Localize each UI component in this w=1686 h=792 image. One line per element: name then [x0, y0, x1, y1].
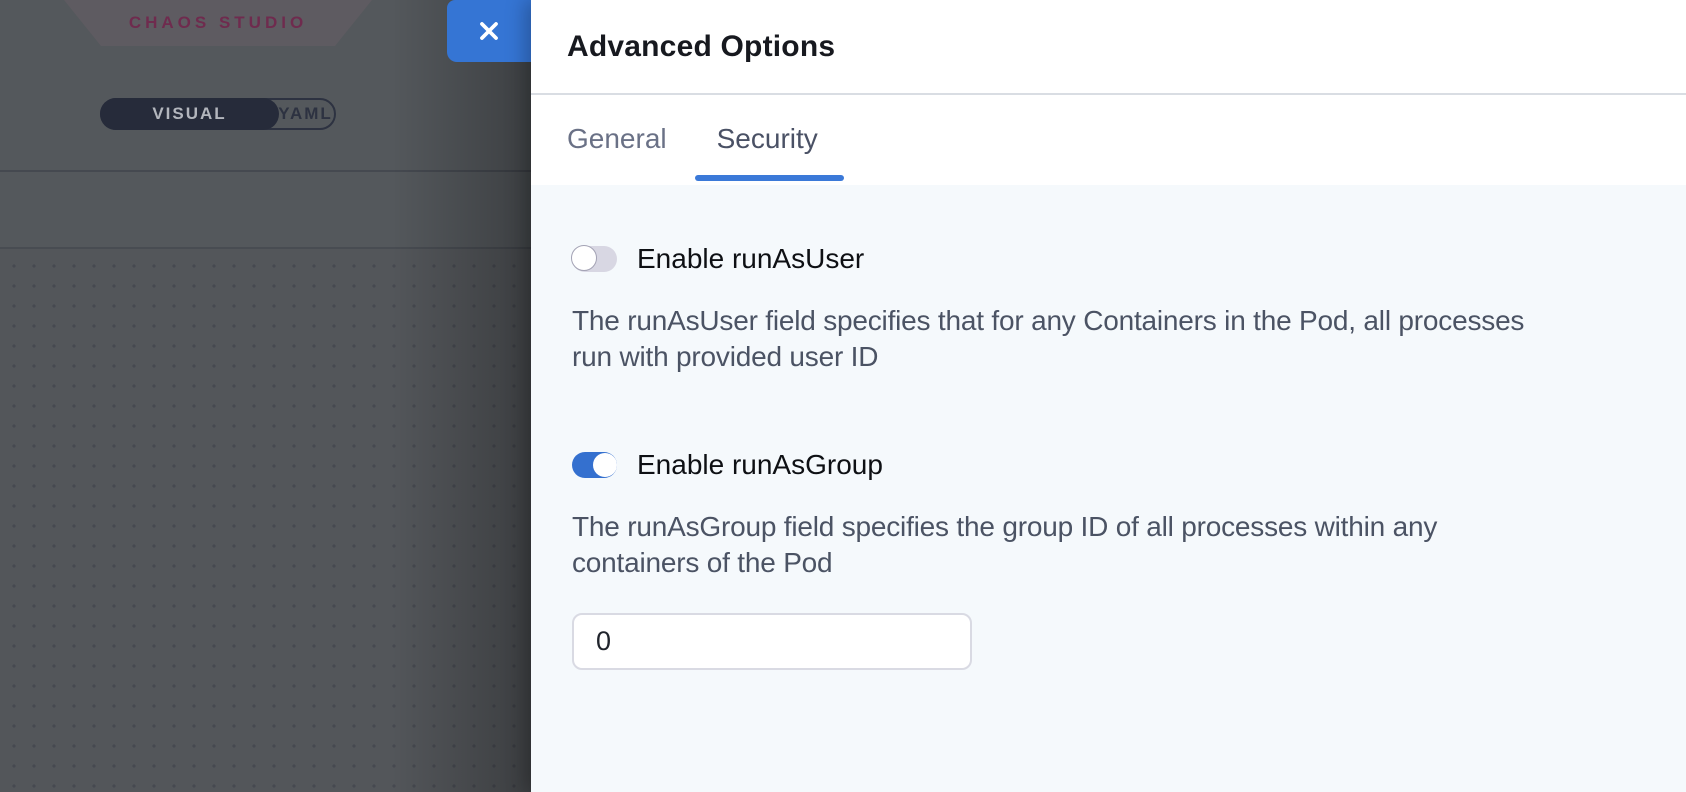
drawer-title: Advanced Options: [567, 30, 1686, 64]
brand-banner: CHAOS STUDIO: [64, 0, 372, 46]
tab-general[interactable]: General: [567, 123, 667, 181]
visual-toggle-option[interactable]: VISUAL: [100, 98, 279, 130]
workspace-toolbar: [0, 170, 531, 249]
drawer-header: Advanced Options: [531, 0, 1686, 95]
run-as-user-toggle[interactable]: [572, 246, 617, 272]
brand-title: CHAOS STUDIO: [129, 13, 307, 33]
close-icon: [476, 18, 502, 44]
run-as-group-toggle-row: Enable runAsGroup: [572, 451, 1646, 479]
run-as-group-description: The runAsGroup field specifies the group…: [572, 509, 1646, 581]
dimmed-workspace: CHAOS STUDIO VISUAL YAML: [0, 0, 531, 792]
visual-yaml-toggle[interactable]: VISUAL YAML: [100, 98, 336, 130]
description-line: The runAsGroup field specifies the group…: [572, 509, 1646, 545]
toggle-knob: [593, 453, 617, 477]
close-drawer-button[interactable]: [447, 0, 531, 62]
run-as-user-description: The runAsUser field specifies that for a…: [572, 303, 1646, 375]
description-line: The runAsUser field specifies that for a…: [572, 303, 1646, 339]
dot-grid-canvas: [0, 249, 531, 792]
run-as-group-id-input[interactable]: [572, 613, 972, 670]
run-as-user-section: Enable runAsUser The runAsUser field spe…: [572, 245, 1646, 375]
description-line: run with provided user ID: [572, 339, 1646, 375]
run-as-user-toggle-label: Enable runAsUser: [637, 243, 864, 275]
description-line: containers of the Pod: [572, 545, 1646, 581]
run-as-group-toggle[interactable]: [572, 452, 617, 478]
run-as-user-toggle-row: Enable runAsUser: [572, 245, 1646, 273]
toggle-knob: [571, 245, 597, 271]
run-as-group-section: Enable runAsGroup The runAsGroup field s…: [572, 451, 1646, 670]
yaml-toggle-label: YAML: [278, 104, 333, 124]
advanced-options-drawer: Advanced Options General Security Enable…: [531, 0, 1686, 792]
drawer-tabbar: General Security: [531, 95, 1686, 185]
visual-toggle-label: VISUAL: [152, 104, 226, 124]
run-as-group-toggle-label: Enable runAsGroup: [637, 449, 883, 481]
yaml-toggle-option[interactable]: YAML: [277, 100, 334, 128]
security-tab-content: Enable runAsUser The runAsUser field spe…: [531, 185, 1686, 792]
tab-security[interactable]: Security: [717, 123, 818, 181]
